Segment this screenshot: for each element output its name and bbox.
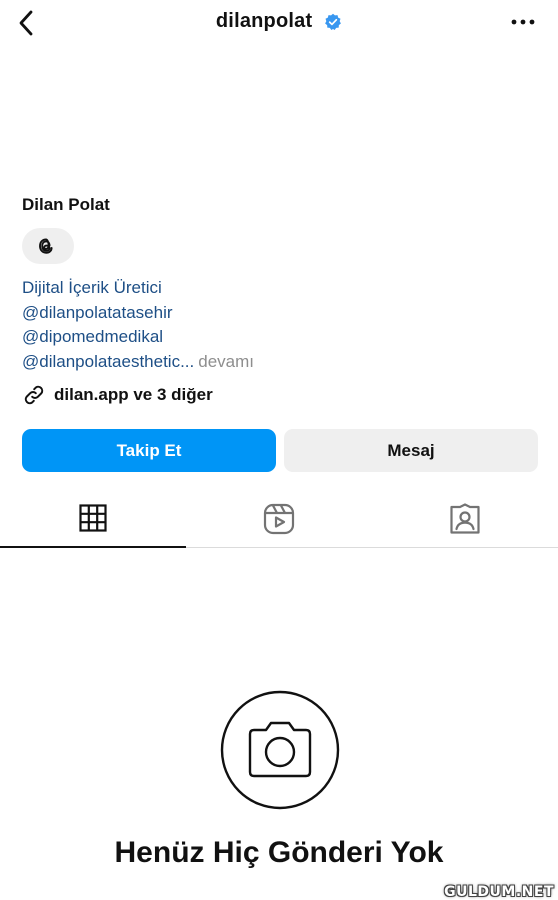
- message-button[interactable]: Mesaj: [284, 429, 538, 472]
- watermark: GULDUM.NET: [444, 884, 554, 900]
- tab-tagged[interactable]: [372, 490, 558, 548]
- external-links-label: dilan.app ve 3 diğer: [54, 385, 213, 404]
- tab-posts-grid[interactable]: [0, 490, 186, 548]
- tagged-icon: [450, 503, 480, 534]
- header-title: dilanpolat: [0, 10, 558, 33]
- username: dilanpolat: [215, 10, 313, 33]
- threads-icon: [39, 238, 53, 254]
- bio-mention-truncated: @dilanpolataesthetic... devamı: [22, 350, 254, 375]
- bio-category: Dijital İçerik Üretici: [22, 278, 162, 297]
- verified-badge-icon: [325, 13, 341, 30]
- profile-header: dilanpolat: [0, 0, 558, 46]
- follow-button[interactable]: Takip Et: [22, 429, 276, 472]
- link-icon: [24, 385, 44, 405]
- bio-mention[interactable]: @dipomedmedikal: [22, 325, 254, 350]
- empty-state-title: Henüz Hiç Gönderi Yok: [114, 836, 444, 869]
- tab-reels[interactable]: [186, 490, 372, 548]
- more-horizontal-icon: [511, 19, 535, 25]
- bio: Dijital İçerik Üretici @dilanpolatataseh…: [22, 276, 254, 374]
- threads-link-button[interactable]: [22, 228, 74, 264]
- grid-icon: [79, 504, 107, 532]
- external-links[interactable]: dilan.app ve 3 diğer: [22, 382, 213, 408]
- reels-icon: [263, 503, 295, 535]
- bio-more-link[interactable]: devamı: [198, 352, 254, 371]
- bio-mention[interactable]: @dilanpolatatasehir: [22, 301, 254, 326]
- display-name: Dilan Polat: [22, 195, 110, 214]
- camera-icon: [220, 690, 340, 810]
- bio-mention[interactable]: @dilanpolataesthetic...: [22, 352, 194, 371]
- more-options-button[interactable]: [510, 12, 536, 32]
- profile-tabs: [0, 490, 558, 548]
